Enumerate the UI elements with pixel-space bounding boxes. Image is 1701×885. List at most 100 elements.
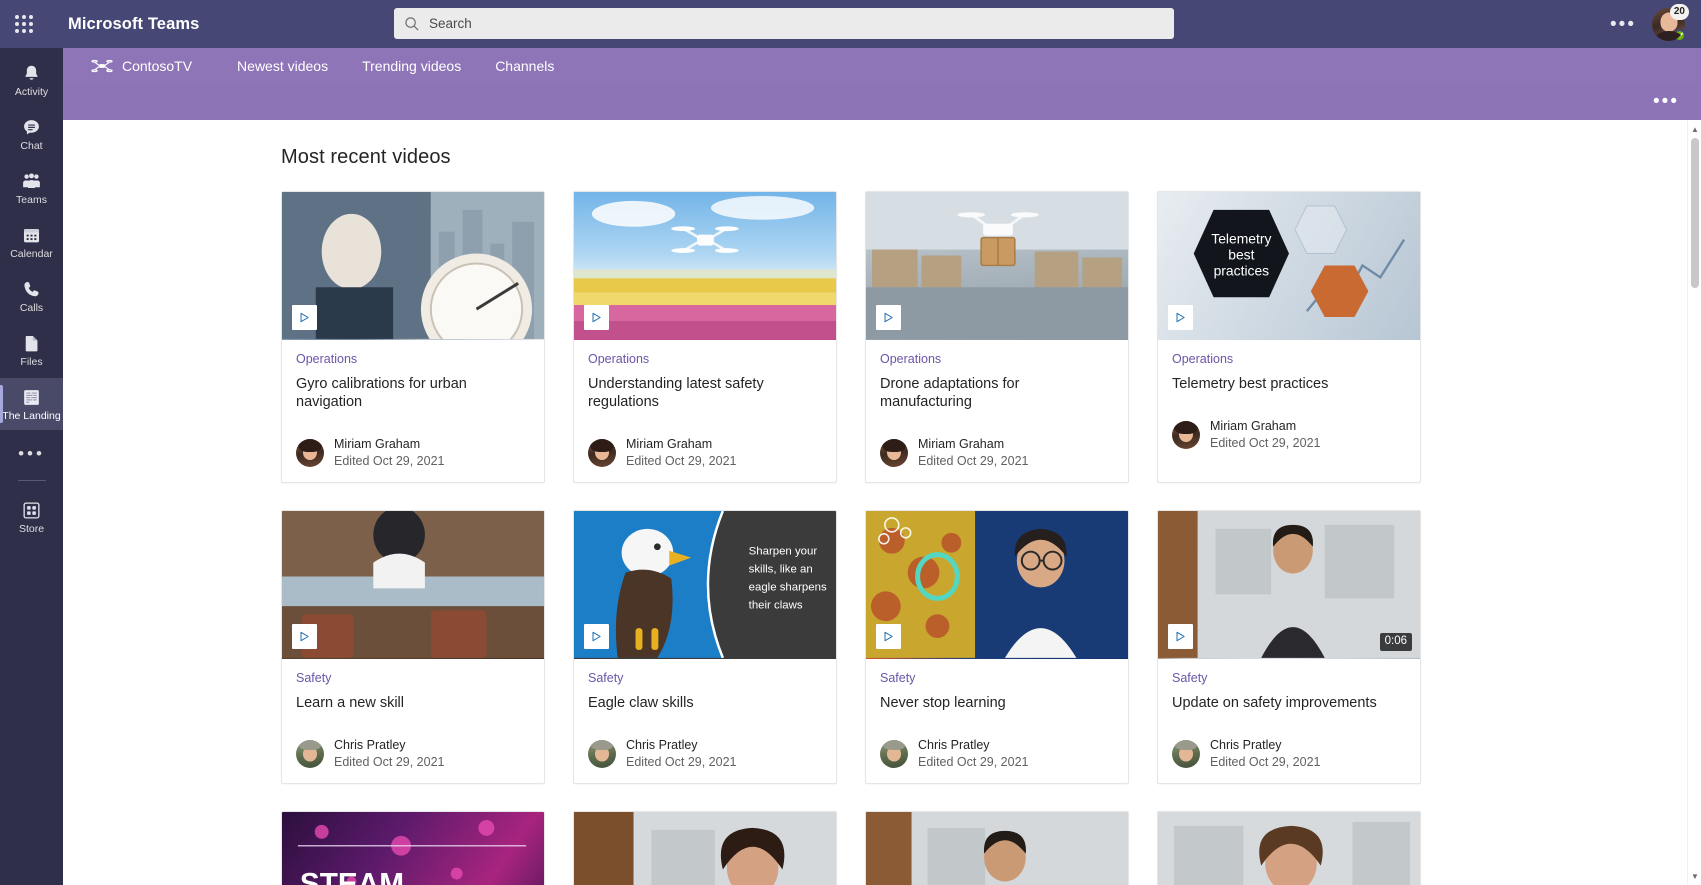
svg-text:Telemetry: Telemetry: [1211, 231, 1271, 247]
sidebar-item-files[interactable]: Files: [0, 324, 63, 376]
play-icon[interactable]: [292, 305, 317, 330]
video-card[interactable]: Safety Learn a new skill Chris Pratley E…: [281, 510, 545, 784]
store-icon: [23, 502, 40, 519]
video-category[interactable]: Operations: [588, 352, 822, 366]
video-card[interactable]: Safety Never stop learning Chris Pratley…: [865, 510, 1129, 784]
play-icon[interactable]: [584, 624, 609, 649]
video-card[interactable]: Operations Gyro calibrations for urban n…: [281, 191, 545, 483]
scroll-up-icon[interactable]: ▲: [1688, 122, 1701, 136]
video-thumbnail[interactable]: 0:06: [1158, 511, 1420, 659]
avatar[interactable]: 20: [1652, 3, 1689, 42]
video-category[interactable]: Safety: [880, 671, 1114, 685]
sidebar-item-chat[interactable]: Chat: [0, 108, 63, 160]
tab-contosotv[interactable]: ContosoTV: [91, 58, 206, 74]
video-category[interactable]: Operations: [880, 352, 1114, 366]
file-icon: [25, 335, 38, 352]
video-thumbnail[interactable]: [282, 511, 544, 659]
video-card[interactable]: [865, 810, 1129, 885]
video-thumbnail[interactable]: Telemetry best practices: [1158, 192, 1420, 340]
video-edited-date: Edited Oct 29, 2021: [1210, 435, 1321, 450]
video-title[interactable]: Learn a new skill: [296, 694, 530, 712]
title-bar: Microsoft Teams Search ••• 20: [0, 0, 1701, 48]
app-body: Activity Chat Teams Calendar Calls Files…: [0, 48, 1701, 885]
settings-more-icon[interactable]: •••: [1602, 13, 1644, 36]
video-card[interactable]: 0:06 Safety Update on safety improvement…: [1157, 510, 1421, 784]
video-category[interactable]: Safety: [296, 671, 530, 685]
teams-window: Microsoft Teams Search ••• 20 Activity C…: [0, 0, 1701, 885]
tab-trending-videos[interactable]: Trending videos: [345, 58, 478, 74]
svg-text:their claws: their claws: [749, 599, 803, 611]
video-thumbnail[interactable]: [574, 811, 836, 885]
video-card[interactable]: Sharpen your skills, like an eagle sharpe…: [573, 510, 837, 784]
video-thumbnail[interactable]: [282, 192, 544, 340]
video-title[interactable]: Gyro calibrations for urban navigation: [296, 375, 530, 411]
video-thumbnail[interactable]: [574, 192, 836, 340]
tab-channels[interactable]: Channels: [478, 58, 571, 74]
video-category[interactable]: Safety: [588, 671, 822, 685]
sidebar-item-the-landing[interactable]: The Landing: [0, 378, 63, 430]
video-card-body: Safety Update on safety improvements: [1158, 659, 1420, 712]
tab-contosotv-label: ContosoTV: [122, 57, 193, 74]
video-title[interactable]: Understanding latest safety regulations: [588, 375, 822, 411]
sidebar-item-calls[interactable]: Calls: [0, 270, 63, 322]
play-icon[interactable]: [876, 305, 901, 330]
video-card-body: Safety Learn a new skill: [282, 659, 544, 712]
video-thumbnail[interactable]: Sharpen your skills, like an eagle sharpe…: [574, 511, 836, 659]
video-card-body: Operations Understanding latest safety r…: [574, 340, 836, 411]
sidebar-item-activity[interactable]: Activity: [0, 54, 63, 106]
main-panel: ContosoTV Newest videos Trending videos …: [63, 48, 1701, 885]
sidebar-item-calendar[interactable]: Calendar: [0, 216, 63, 268]
sidebar-item-label: The Landing: [2, 409, 61, 422]
author-name: Chris Pratley: [626, 738, 698, 753]
author-avatar: [880, 438, 908, 467]
video-card[interactable]: [573, 810, 837, 885]
scrollbar-thumb[interactable]: [1691, 138, 1699, 288]
search-container: Search: [394, 8, 1174, 39]
video-title[interactable]: Never stop learning: [880, 694, 1114, 712]
author-name: Miriam Graham: [918, 437, 1005, 452]
sidebar-more-apps-icon[interactable]: •••: [0, 432, 63, 476]
app-more-options-icon[interactable]: •••: [1653, 91, 1679, 113]
video-thumbnail[interactable]: [866, 511, 1128, 659]
sidebar-item-teams[interactable]: Teams: [0, 162, 63, 214]
play-icon[interactable]: [1168, 624, 1193, 649]
video-author-row: Chris Pratley Edited Oct 29, 2021: [574, 712, 836, 783]
video-thumbnail[interactable]: [1158, 811, 1420, 885]
sidebar-item-store[interactable]: Store: [0, 491, 63, 543]
video-title[interactable]: Drone adaptations for manufacturing: [880, 375, 1114, 411]
author-avatar: [1172, 420, 1200, 449]
video-category[interactable]: Safety: [1172, 671, 1406, 685]
sidebar-item-label: Calendar: [10, 247, 53, 260]
search-input[interactable]: Search: [394, 8, 1174, 39]
video-title[interactable]: Update on safety improvements: [1172, 694, 1406, 712]
tab-newest-videos[interactable]: Newest videos: [220, 58, 345, 74]
video-card-body: Safety Never stop learning: [866, 659, 1128, 712]
video-thumbnail[interactable]: STEAM Bootcamp: [282, 811, 544, 885]
app-launcher-icon[interactable]: [0, 15, 48, 33]
video-thumbnail[interactable]: [866, 192, 1128, 340]
sidebar-item-label: Files: [20, 355, 43, 368]
play-icon[interactable]: [584, 305, 609, 330]
scroll-down-icon[interactable]: ▼: [1688, 869, 1701, 883]
video-card[interactable]: STEAM Bootcamp: [281, 810, 545, 885]
video-card[interactable]: [1157, 810, 1421, 885]
author-avatar: [296, 438, 324, 467]
vertical-scrollbar[interactable]: ▲ ▼: [1687, 120, 1701, 885]
video-category[interactable]: Operations: [1172, 352, 1406, 366]
video-title[interactable]: Eagle claw skills: [588, 694, 822, 712]
video-card[interactable]: Operations Drone adaptations for manufac…: [865, 191, 1129, 483]
video-card[interactable]: Telemetry best practices Operations Tele…: [1157, 191, 1421, 483]
play-icon[interactable]: [292, 624, 317, 649]
sidebar-item-label: Store: [18, 522, 45, 535]
play-icon[interactable]: [1168, 305, 1193, 330]
titlebar-actions: ••• 20: [1602, 0, 1691, 48]
video-category[interactable]: Operations: [296, 352, 530, 366]
teams-icon: [23, 173, 40, 188]
video-thumbnail[interactable]: [866, 811, 1128, 885]
video-card[interactable]: Operations Understanding latest safety r…: [573, 191, 837, 483]
video-author-row: Miriam Graham Edited Oct 29, 2021: [282, 411, 544, 482]
calendar-icon: [23, 228, 40, 243]
video-title[interactable]: Telemetry best practices: [1172, 375, 1406, 393]
play-icon[interactable]: [876, 624, 901, 649]
video-grid: Operations Gyro calibrations for urban n…: [281, 191, 1701, 885]
